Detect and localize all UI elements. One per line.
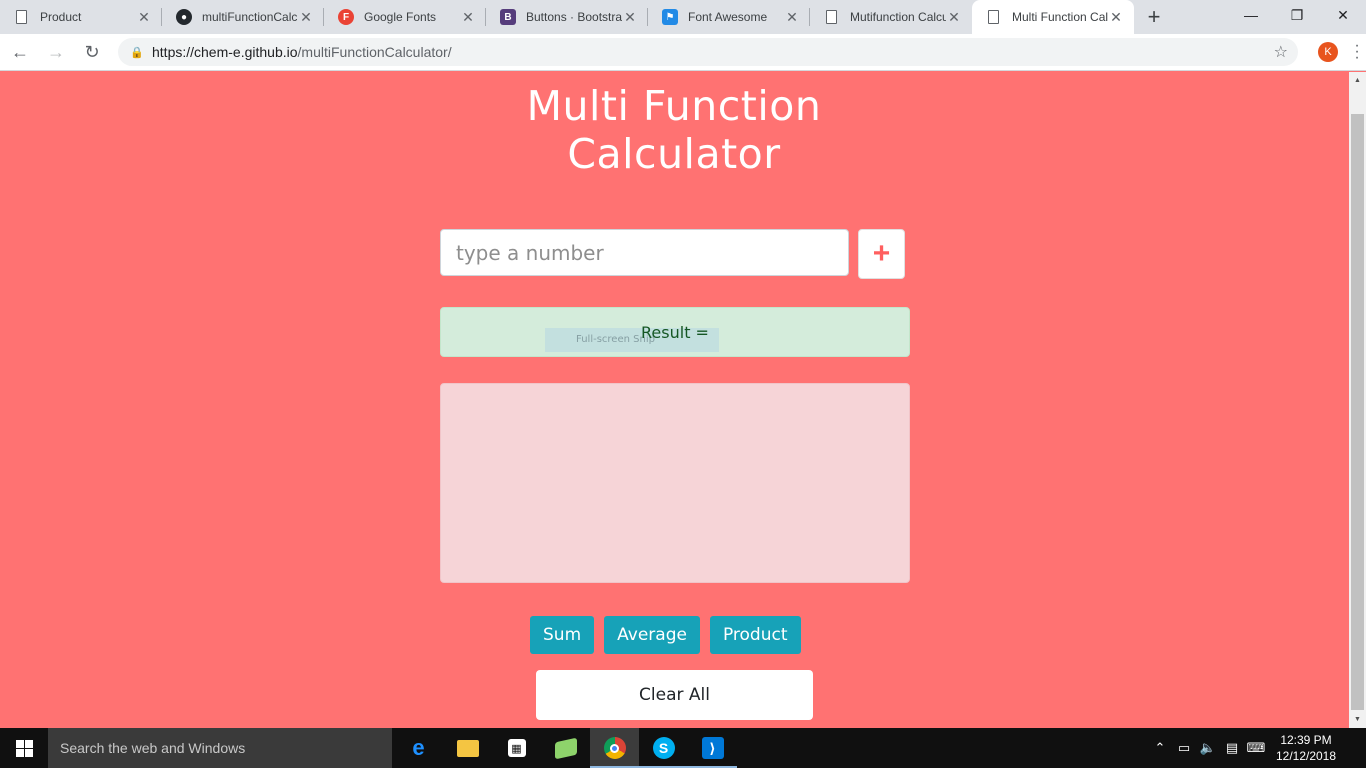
- tab-github[interactable]: ● multiFunctionCalc ✕: [162, 0, 324, 34]
- browser-toolbar: ← → ↻ 🔒 https://chem-e.github.io/multiFu…: [0, 34, 1366, 71]
- document-icon: [16, 10, 27, 24]
- tab-google-fonts[interactable]: F Google Fonts ✕: [324, 0, 486, 34]
- average-button[interactable]: Average: [604, 616, 700, 654]
- tab-title: Buttons · Bootstrap: [526, 10, 622, 24]
- close-icon[interactable]: ✕: [622, 9, 638, 25]
- tab-title: Google Fonts: [364, 10, 437, 24]
- scroll-thumb[interactable]: [1351, 114, 1364, 710]
- scroll-up-icon[interactable]: ▲: [1349, 72, 1366, 89]
- close-icon[interactable]: ✕: [298, 9, 314, 25]
- google-fonts-icon: F: [338, 9, 354, 25]
- clear-all-button[interactable]: Clear All: [536, 670, 813, 720]
- action-center-icon[interactable]: ▤: [1220, 740, 1244, 756]
- chrome-icon[interactable]: [590, 728, 639, 768]
- close-icon[interactable]: ✕: [136, 9, 152, 25]
- page-title-line2: Calculator: [567, 130, 781, 178]
- skype-icon[interactable]: S: [639, 728, 688, 768]
- plus-icon: +: [872, 237, 891, 270]
- vscode-icon[interactable]: ⟩: [688, 728, 737, 768]
- product-button[interactable]: Product: [709, 616, 801, 654]
- edge-icon[interactable]: e: [394, 728, 443, 768]
- operation-buttons: Sum Average Product: [530, 616, 801, 654]
- windows-start-icon[interactable]: [0, 728, 48, 768]
- restore-icon[interactable]: ❐: [1274, 0, 1320, 30]
- url-host: https://chem-e.github.io: [152, 44, 298, 60]
- window-controls: — ❐ ✕: [1228, 0, 1366, 34]
- numbers-list: [440, 383, 910, 583]
- page-title: Multi Function Calculator: [424, 82, 924, 178]
- bootstrap-icon: B: [500, 9, 516, 25]
- tab-mutifunction[interactable]: Mutifunction Calcu ✕: [810, 0, 972, 34]
- page-title-line1: Multi Function: [526, 82, 822, 130]
- tab-bootstrap[interactable]: B Buttons · Bootstrap ✕: [486, 0, 648, 34]
- tab-title: Font Awesome: [688, 10, 768, 24]
- reload-icon[interactable]: ↻: [76, 36, 108, 68]
- new-tab-button[interactable]: +: [1134, 0, 1174, 34]
- tab-title: Product: [40, 10, 82, 24]
- windows-taskbar: Search the web and Windows e ▦ S ⟩ ⌃ ▭ 🔈…: [0, 728, 1366, 768]
- back-arrow-icon[interactable]: ←: [4, 36, 36, 68]
- tab-font-awesome[interactable]: ⚑ Font Awesome ✕: [648, 0, 810, 34]
- taskbar-apps: e ▦ S ⟩: [394, 728, 737, 768]
- minimize-icon[interactable]: —: [1228, 0, 1274, 30]
- tab-product[interactable]: Product ✕: [0, 0, 162, 34]
- number-input[interactable]: [440, 229, 849, 276]
- document-icon: [988, 10, 999, 24]
- system-tray: ⌃ ▭ 🔈 ▤ ⌨ 12:39 PM 12/12/2018: [1148, 728, 1366, 768]
- close-window-icon[interactable]: ✕: [1320, 0, 1366, 30]
- clock-time: 12:39 PM: [1280, 733, 1332, 747]
- result-label: Result =: [641, 322, 709, 342]
- tab-title: Mutifunction Calcu: [850, 10, 946, 24]
- document-icon: [826, 10, 837, 24]
- address-bar[interactable]: 🔒 https://chem-e.github.io/multiFunction…: [118, 38, 1298, 66]
- scroll-down-icon[interactable]: ▼: [1349, 711, 1366, 728]
- system-clock[interactable]: 12:39 PM 12/12/2018: [1268, 732, 1344, 764]
- close-icon[interactable]: ✕: [784, 9, 800, 25]
- close-icon[interactable]: ✕: [946, 9, 962, 25]
- font-awesome-icon: ⚑: [662, 9, 678, 25]
- keyboard-icon[interactable]: ⌨: [1244, 740, 1268, 756]
- chevron-up-icon[interactable]: ⌃: [1148, 740, 1172, 756]
- profile-avatar[interactable]: K: [1318, 42, 1338, 62]
- page-scrollbar[interactable]: ▲ ▼: [1349, 72, 1366, 728]
- result-display: Full-screen Snip Result =: [440, 307, 910, 357]
- kebab-menu-icon[interactable]: · · ·: [1352, 38, 1362, 66]
- forward-arrow-icon[interactable]: →: [40, 36, 72, 68]
- store-icon[interactable]: ▦: [492, 728, 541, 768]
- taskbar-search[interactable]: Search the web and Windows: [48, 728, 392, 768]
- calculator-page: Multi Function Calculator + Full-screen …: [0, 72, 1349, 728]
- github-icon: ●: [176, 9, 192, 25]
- add-number-button[interactable]: +: [858, 229, 905, 279]
- tab-title: multiFunctionCalc: [202, 10, 298, 24]
- photos-icon[interactable]: [541, 728, 590, 768]
- tab-title: Multi Function Cal: [1012, 10, 1108, 24]
- browser-tab-strip: Product ✕ ● multiFunctionCalc ✕ F Google…: [0, 0, 1366, 34]
- bookmark-star-icon[interactable]: ☆: [1274, 42, 1288, 62]
- url-path: /multiFunctionCalculator/: [297, 44, 452, 60]
- lock-icon: 🔒: [130, 46, 144, 59]
- clock-date: 12/12/2018: [1275, 749, 1337, 763]
- file-explorer-icon[interactable]: [443, 728, 492, 768]
- sum-button[interactable]: Sum: [530, 616, 595, 654]
- tab-multi-function-active[interactable]: Multi Function Cal ✕: [972, 0, 1134, 34]
- volume-icon[interactable]: 🔈: [1196, 740, 1220, 756]
- battery-icon[interactable]: ▭: [1172, 740, 1196, 756]
- close-icon[interactable]: ✕: [1108, 9, 1124, 25]
- close-icon[interactable]: ✕: [460, 9, 476, 25]
